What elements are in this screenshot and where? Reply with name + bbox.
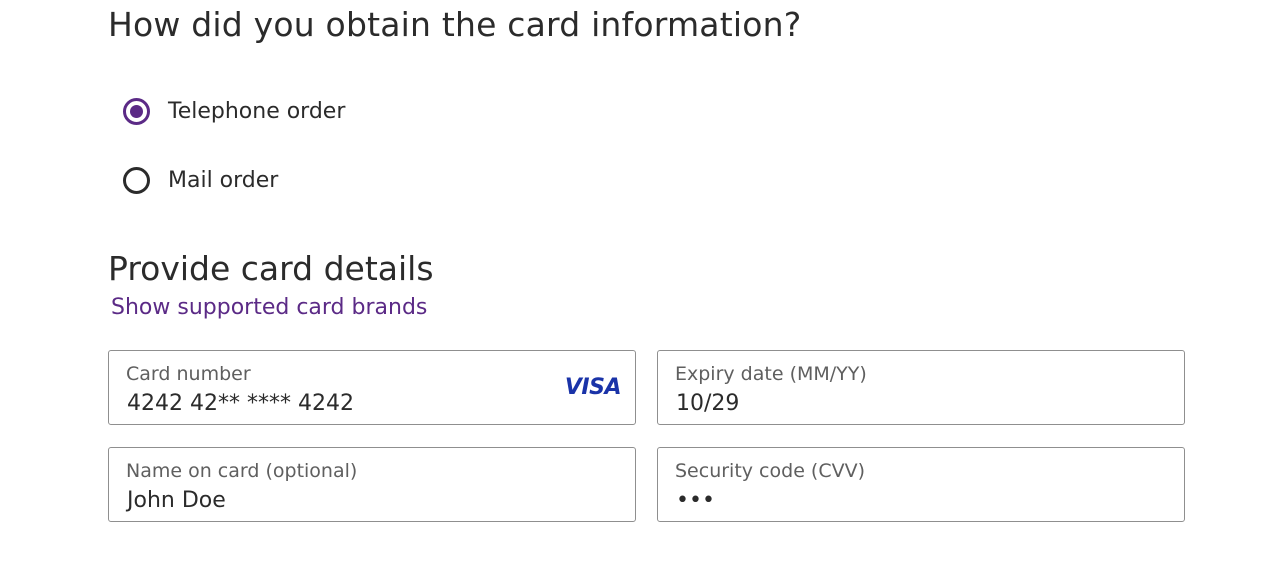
expiry-date-value[interactable]: 10/29 [676,391,739,416]
visa-logo-icon: VISA [564,375,622,400]
card-number-value[interactable]: 4242 42** **** 4242 [127,391,354,416]
name-on-card-field[interactable]: Name on card (optional) John Doe [108,447,636,522]
card-number-field[interactable]: Card number 4242 42** **** 4242 VISA [108,350,636,425]
card-number-label: Card number [126,363,251,385]
radio-dot-icon [130,105,143,118]
name-on-card-value[interactable]: John Doe [127,488,226,513]
radio-unselected-icon[interactable] [123,167,150,194]
security-code-field[interactable]: Security code (CVV) ••• [657,447,1185,522]
show-supported-brands-link[interactable]: Show supported card brands [111,295,427,320]
radio-label-mail[interactable]: Mail order [168,168,278,193]
name-on-card-label: Name on card (optional) [126,460,358,482]
security-code-label: Security code (CVV) [675,460,866,482]
radio-selected-icon[interactable] [123,98,150,125]
obtain-method-heading: How did you obtain the card information? [108,5,802,44]
expiry-date-field[interactable]: Expiry date (MM/YY) 10/29 [657,350,1185,425]
radio-label-telephone[interactable]: Telephone order [168,99,345,124]
radio-mail-order[interactable]: Mail order [123,167,278,194]
security-code-value[interactable]: ••• [676,488,715,513]
radio-telephone-order[interactable]: Telephone order [123,98,345,125]
expiry-date-label: Expiry date (MM/YY) [675,363,867,385]
card-details-heading: Provide card details [108,249,434,288]
